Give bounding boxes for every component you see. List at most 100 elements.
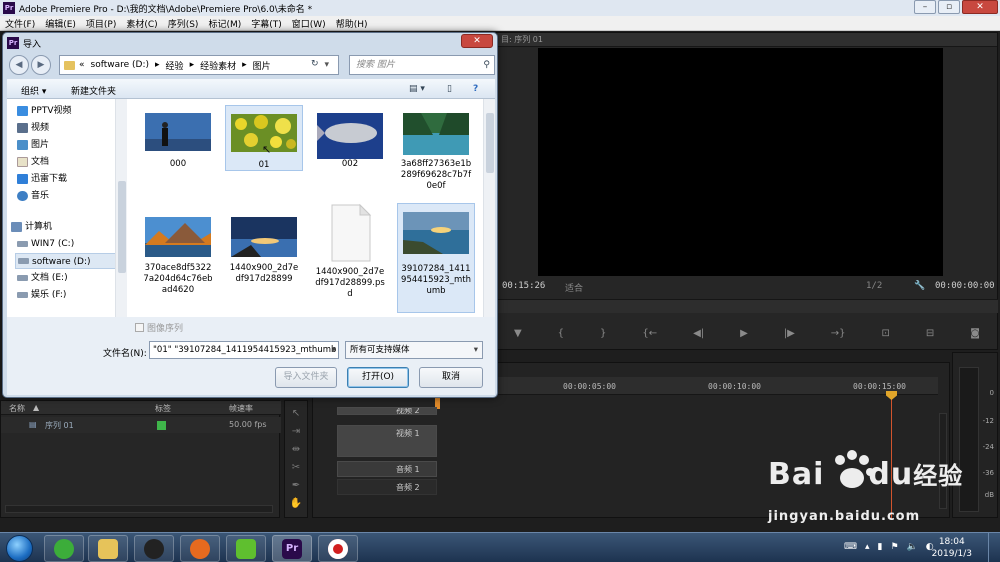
menu-marker[interactable]: 标记(M) — [203, 17, 246, 30]
breadcrumb-jingyan[interactable]: 经验 — [166, 59, 184, 72]
volume-icon[interactable]: 🔈 — [907, 542, 918, 552]
breadcrumb-jingyan-sucai[interactable]: 经验素材 — [200, 59, 236, 72]
file-item[interactable]: 002 — [311, 105, 389, 207]
column-name[interactable]: 名称 — [9, 403, 25, 414]
view-options-icon[interactable]: ▤ ▾ — [409, 84, 425, 94]
file-item[interactable]: 3a68ff27363e1b289f69628c7b7f0e0f — [397, 105, 475, 207]
timecode-left[interactable]: 00:15:26 — [502, 281, 545, 291]
chevron-down-icon[interactable]: ▾ — [474, 342, 478, 358]
taskbar-qq[interactable] — [134, 535, 174, 562]
chevron-down-icon[interactable]: ▾ — [332, 342, 336, 358]
keyboard-icon[interactable]: ⌨ — [844, 542, 857, 552]
forward-button[interactable]: ▶ — [31, 55, 51, 75]
help-icon[interactable]: ? — [473, 84, 478, 94]
taskbar-recorder[interactable] — [318, 535, 358, 562]
import-folder-button[interactable]: 导入文件夹 — [275, 367, 337, 388]
lift-icon[interactable]: ⊡ — [882, 328, 890, 339]
scroll-thumb[interactable] — [486, 113, 494, 173]
new-folder-button[interactable]: 新建文件夹 — [71, 84, 116, 97]
playhead-line[interactable] — [891, 391, 892, 519]
nav-documents[interactable]: 文档 — [15, 154, 123, 170]
file-item[interactable]: 1440x900_2d7edf917d28899 — [225, 209, 303, 311]
fit-dropdown[interactable]: 适合 — [565, 281, 583, 294]
cancel-button[interactable]: 取消 — [419, 367, 483, 388]
address-dropdown-icon[interactable]: ▾ — [324, 60, 329, 70]
dialog-close-button[interactable]: ✕ — [461, 34, 493, 48]
taskbar-360-browser[interactable] — [44, 535, 84, 562]
column-fps[interactable]: 帧速率 — [229, 403, 253, 414]
monitor-scrub-bar[interactable] — [498, 299, 998, 313]
breadcrumb-separator[interactable]: ▸ — [242, 60, 247, 70]
timeline-ruler[interactable]: 00:00:05:00 00:00:10:00 00:00:15:00 — [433, 377, 938, 395]
razor-tool-icon[interactable]: ✂ — [285, 459, 307, 477]
step-back-icon[interactable]: ◀| — [693, 328, 704, 339]
breadcrumb-pictures[interactable]: 图片 — [253, 59, 271, 72]
show-desktop-button[interactable] — [988, 533, 1000, 562]
back-button[interactable]: ◀ — [9, 55, 29, 75]
step-forward-icon[interactable]: |▶ — [784, 328, 795, 339]
refresh-icon[interactable]: ↻ — [311, 56, 323, 72]
go-to-out-icon[interactable]: →} — [831, 328, 846, 339]
hand-tool-icon[interactable]: ✋ — [285, 495, 307, 513]
organize-button[interactable]: 组织 ▾ — [21, 84, 46, 97]
ripple-edit-tool-icon[interactable]: ⇹ — [285, 441, 307, 459]
nav-music[interactable]: 音乐 — [15, 188, 123, 204]
project-scrollbar[interactable] — [5, 505, 273, 513]
file-item[interactable]: 1440x900_2d7edf917d28899.psd — [311, 199, 389, 301]
filename-input[interactable]: "01" "39107284_1411954415923_mthumb ▾ — [149, 341, 339, 359]
track-audio-1[interactable]: 音频 1 — [337, 461, 437, 477]
nav-drive-f[interactable]: 娱乐 (F:) — [15, 287, 123, 303]
menu-title[interactable]: 字幕(T) — [246, 17, 287, 30]
nav-drive-d[interactable]: software (D:) — [15, 253, 123, 269]
pen-tool-icon[interactable]: ✒ — [285, 477, 307, 495]
breadcrumb-software[interactable]: software (D:) — [91, 60, 150, 70]
extract-icon[interactable]: ⊟ — [926, 328, 934, 339]
close-window-button[interactable]: ✕ — [962, 0, 998, 14]
menu-clip[interactable]: 素材(C) — [121, 17, 162, 30]
minimize-button[interactable]: – — [914, 0, 936, 14]
menu-help[interactable]: 帮助(H) — [331, 17, 373, 30]
menu-sequence[interactable]: 序列(S) — [163, 17, 204, 30]
nav-videos[interactable]: 视频 — [15, 120, 123, 136]
file-type-select[interactable]: 所有可支持媒体 ▾ — [345, 341, 483, 359]
preview-pane-icon[interactable]: ▯ — [447, 84, 452, 94]
image-sequence-checkbox[interactable]: 图像序列 — [135, 321, 183, 334]
maximize-button[interactable]: ▫ — [938, 0, 960, 14]
network-icon[interactable]: ▮ — [878, 542, 883, 552]
menu-window[interactable]: 窗口(W) — [287, 17, 331, 30]
taskbar-firefox[interactable] — [180, 535, 220, 562]
track-select-tool-icon[interactable]: ⇥ — [285, 423, 307, 441]
show-hidden-icons[interactable]: ▴ — [865, 542, 870, 552]
address-bar[interactable]: « software (D:) ▸ 经验 ▸ 经验素材 ▸ 图片 ▾ — [59, 55, 339, 75]
nav-drive-e[interactable]: 文档 (E:) — [15, 270, 123, 286]
taskbar-clock[interactable]: 18:04 2019/1/3 — [932, 536, 972, 560]
nav-drive-c[interactable]: WIN7 (C:) — [15, 236, 123, 252]
file-item[interactable]: 000 — [139, 105, 217, 207]
file-item[interactable]: 370ace8df53227a204d64c76ebad4620 — [139, 209, 217, 311]
mark-out-icon[interactable]: } — [600, 328, 606, 339]
export-frame-icon[interactable]: ◙ — [970, 328, 980, 339]
search-input[interactable]: 搜索 图片 ⚲ — [349, 55, 495, 75]
resolution-dropdown[interactable]: 1/2 — [866, 281, 882, 291]
playhead-handle[interactable] — [886, 391, 897, 400]
go-to-in-icon[interactable]: {← — [642, 328, 657, 339]
nav-computer[interactable]: 计算机 — [9, 219, 117, 235]
start-button[interactable] — [6, 535, 33, 562]
program-monitor-tab[interactable]: 目: 序列 01 — [497, 33, 997, 47]
taskbar-video-app[interactable] — [226, 535, 266, 562]
nav-pictures[interactable]: 图片 — [15, 137, 123, 153]
flag-icon[interactable]: ⚑ — [890, 542, 898, 552]
timecode-right[interactable]: 00:00:00:00 — [935, 281, 995, 291]
menu-project[interactable]: 项目(P) — [81, 17, 121, 30]
wrench-icon[interactable]: 🔧 — [914, 281, 925, 291]
project-item-row[interactable]: ▤ 序列 01 50.00 fps — [1, 417, 281, 433]
column-label[interactable]: 标签 — [155, 403, 171, 414]
file-item-selected[interactable]: 39107284_1411954415923_mthumb — [397, 203, 475, 313]
navigation-scrollbar[interactable] — [115, 99, 127, 317]
breadcrumb-separator[interactable]: ▸ — [155, 60, 160, 70]
scroll-thumb[interactable] — [118, 181, 126, 273]
track-video-2[interactable]: 视频 2 — [337, 407, 437, 415]
nav-pptv[interactable]: PPTV视频 — [15, 103, 123, 119]
mark-in-icon[interactable]: { — [558, 328, 564, 339]
menu-file[interactable]: 文件(F) — [0, 17, 40, 30]
